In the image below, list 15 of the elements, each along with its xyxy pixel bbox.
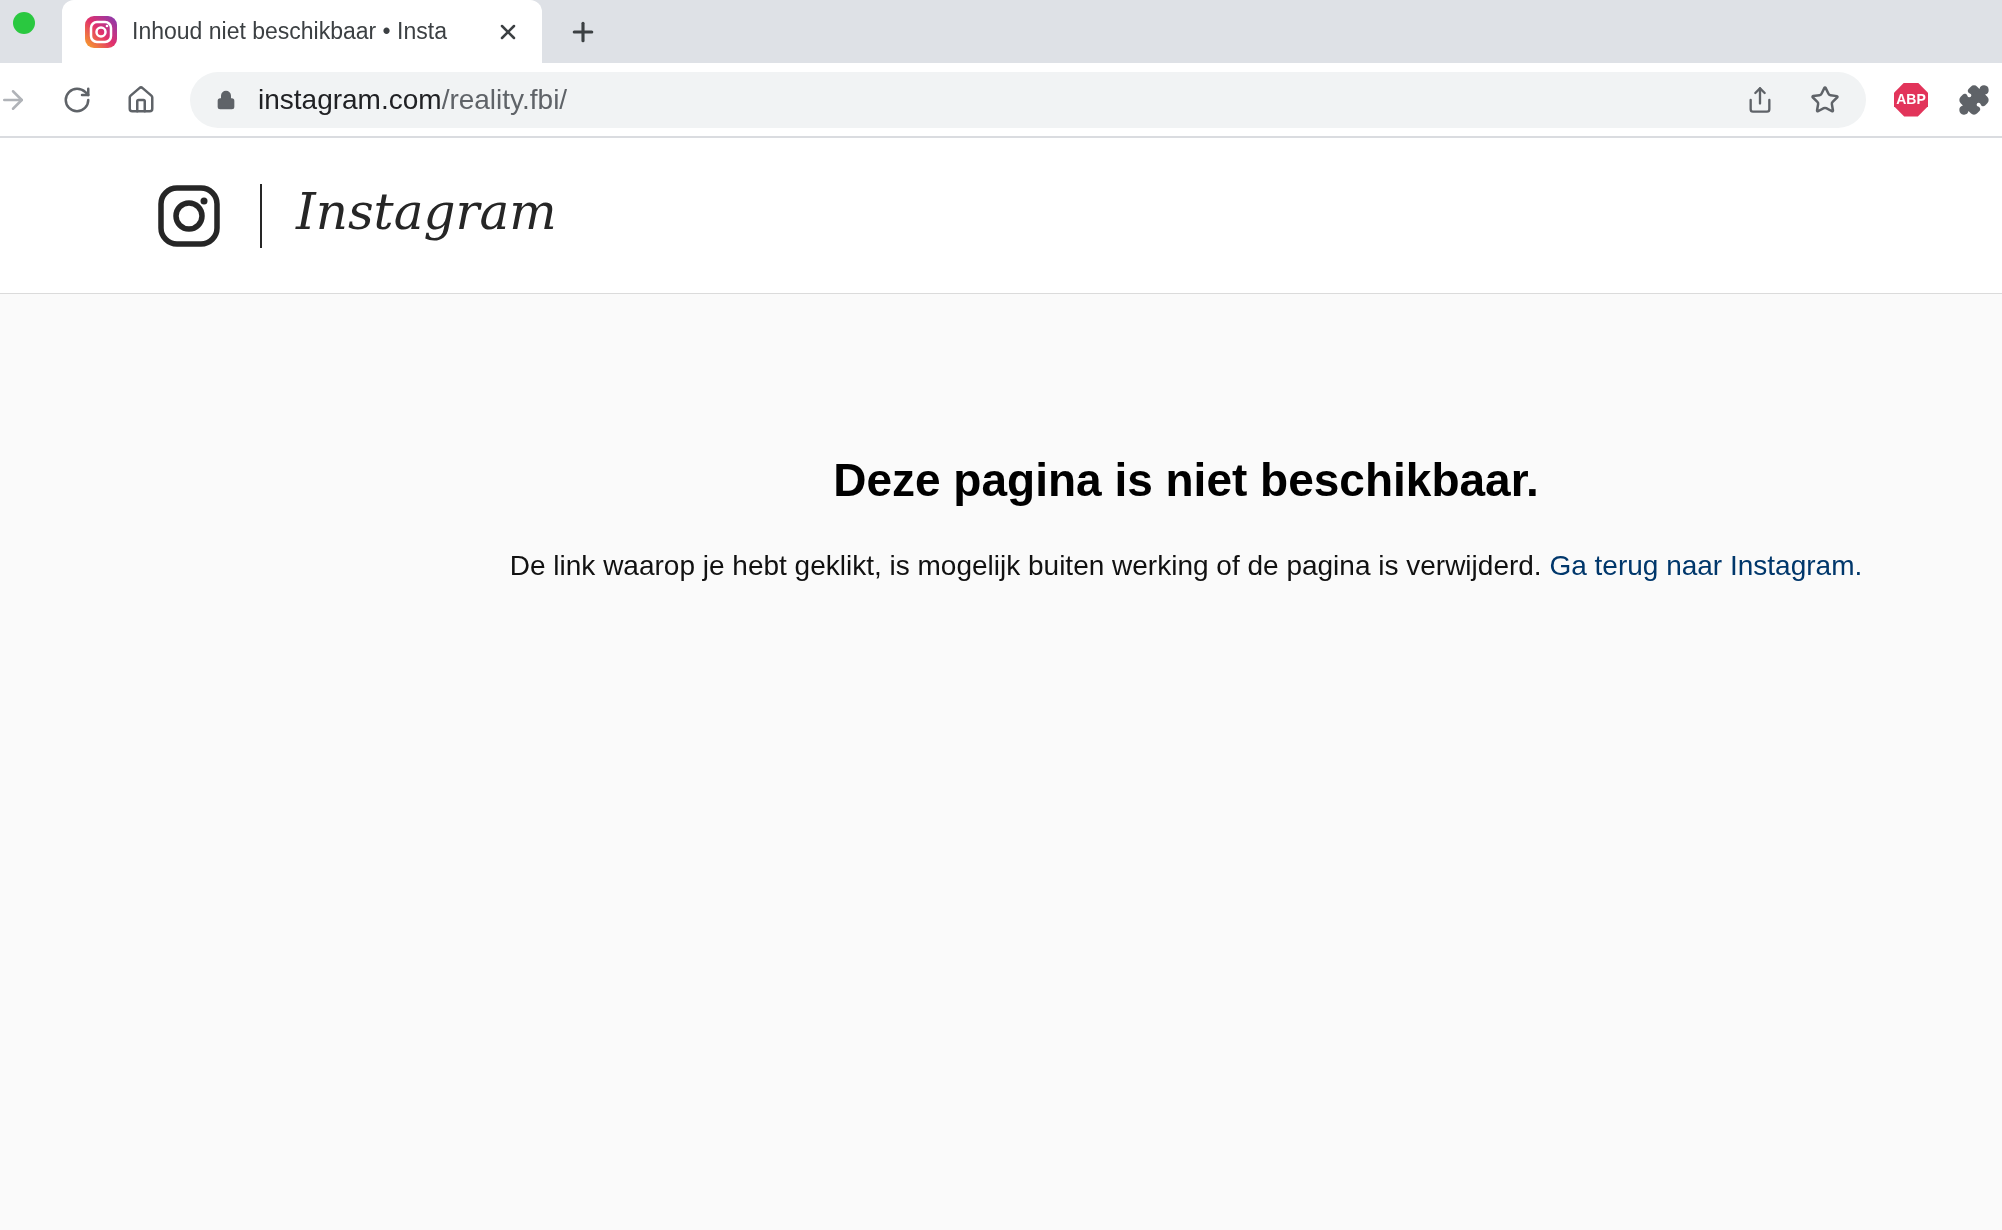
browser-tab[interactable]: Inhoud niet beschikbaar • Insta [62, 0, 542, 63]
home-icon[interactable] [126, 84, 156, 115]
bookmark-star-icon[interactable] [1810, 84, 1840, 115]
wordmark-logo[interactable]: Instagram [296, 175, 557, 250]
tab-title: Inhoud niet beschikbaar • Insta [132, 17, 447, 47]
error-heading: Deze pagina is niet beschikbaar. [833, 453, 1539, 508]
error-message: De link waarop je hebt geklikt, is mogelijk buiten werking of de pagina is verwijderd. Ga terug naar Instagram. [509, 549, 1863, 583]
camera-logo-icon[interactable] [158, 184, 220, 247]
extensions-icon[interactable] [1958, 83, 1990, 116]
camera-app-icon [84, 14, 118, 49]
adblock-extension-icon[interactable]: ABP [1894, 82, 1928, 117]
back-to-home-link[interactable]: Ga terug naar Instagram. [1549, 550, 1863, 581]
lock-icon [216, 89, 236, 110]
url-text: instagram.com/reality.fbi/ [258, 82, 568, 117]
address-bar[interactable]: instagram.com/reality.fbi/ [190, 71, 1866, 128]
